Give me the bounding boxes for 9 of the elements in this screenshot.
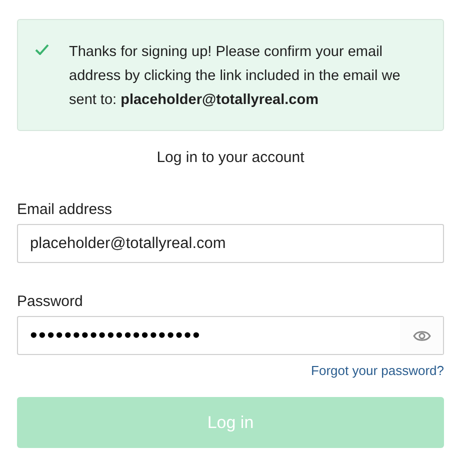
email-field[interactable]: placeholder@totallyreal.com [17, 224, 444, 263]
forgot-password-link[interactable]: Forgot your password? [311, 362, 444, 380]
eye-icon [412, 328, 430, 342]
page-heading: Log in to your account [156, 148, 306, 168]
check-icon [35, 44, 49, 55]
password-field[interactable]: •••••••••••••••••••• [17, 316, 444, 355]
alert-message: Thanks for signing up! Please confirm your email address by clicking the link included in the email we sent to: placeholder@totallyreal.com [69, 43, 402, 110]
password-label: Password [17, 292, 84, 312]
email-label: Email address [17, 200, 114, 220]
